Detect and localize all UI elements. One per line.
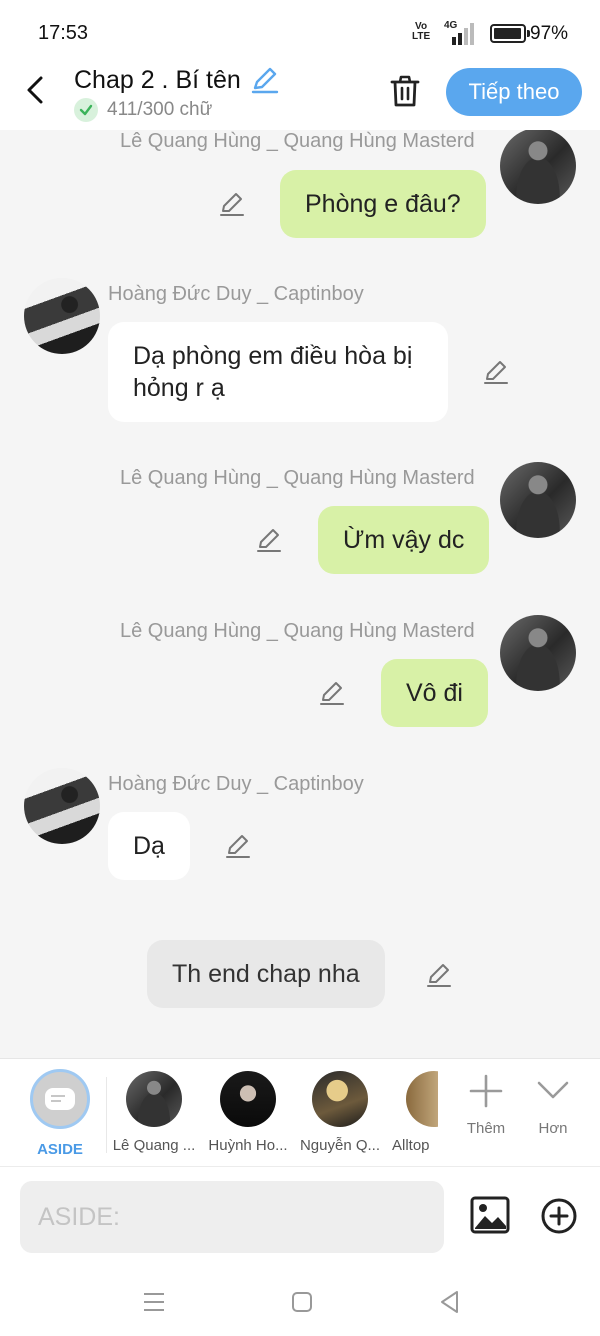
volte-icon: Vo LTE <box>412 21 431 42</box>
character-label: Nguyễn Q... <box>299 1137 381 1154</box>
message-sender: Lê Quang Hùng _ Quang Hùng Masterd <box>120 130 475 152</box>
status-time: 17:53 <box>38 22 89 44</box>
message-input[interactable] <box>20 1181 444 1253</box>
avatar[interactable] <box>500 462 576 538</box>
system-nav-bar <box>0 1268 600 1336</box>
battery-icon <box>490 24 530 43</box>
chapter-title: Chap 2 . Bí tên <box>74 66 241 94</box>
message-sender: Lê Quang Hùng _ Quang Hùng Masterd <box>120 467 475 489</box>
chat-area[interactable]: Lê Quang Hùng _ Quang Hùng Masterd Phòng… <box>0 130 600 1058</box>
pencil-icon[interactable] <box>224 832 252 860</box>
message-sender: Hoàng Đức Duy _ Captinboy <box>108 773 364 795</box>
home-icon[interactable] <box>288 1288 316 1316</box>
divider <box>106 1077 107 1153</box>
pencil-icon[interactable] <box>250 64 280 94</box>
character-item[interactable]: Lê Quang ... <box>112 1071 196 1154</box>
avatar <box>312 1071 368 1127</box>
character-item[interactable]: Huỳnh Ho... <box>206 1071 290 1154</box>
menu-icon[interactable] <box>140 1288 168 1316</box>
word-count-text: 411/300 chữ <box>107 99 213 120</box>
battery-percent: 97% <box>530 23 569 44</box>
avatar[interactable] <box>24 278 100 354</box>
back-arrow-icon[interactable] <box>18 72 54 108</box>
back-icon[interactable] <box>436 1288 464 1316</box>
plus-icon <box>469 1074 503 1108</box>
message-bubble[interactable]: Dạ <box>108 812 190 880</box>
check-icon <box>74 98 98 122</box>
more-characters-button[interactable]: Hơn <box>530 1073 576 1137</box>
pencil-icon[interactable] <box>482 358 510 386</box>
add-label: Thêm <box>466 1120 506 1137</box>
message-bubble[interactable]: Dạ phòng em điều hòa bị hỏng r ạ <box>108 322 448 422</box>
pencil-icon[interactable] <box>255 526 283 554</box>
avatar <box>406 1071 438 1127</box>
character-aside[interactable]: ASIDE <box>30 1069 90 1158</box>
avatar[interactable] <box>500 615 576 691</box>
message-bubble[interactable]: Phòng e đâu? <box>280 170 486 238</box>
trash-icon[interactable] <box>386 72 424 110</box>
avatar <box>220 1071 276 1127</box>
character-label: Alltop <box>392 1137 430 1154</box>
message-sender: Hoàng Đức Duy _ Captinboy <box>108 283 364 305</box>
character-label: Lê Quang ... <box>112 1137 196 1154</box>
pencil-icon[interactable] <box>425 961 453 989</box>
avatar <box>126 1071 182 1127</box>
input-bar <box>0 1166 600 1268</box>
add-circle-icon[interactable] <box>540 1197 578 1235</box>
editor-header: Chap 2 . Bí tên 411/300 chữ Tiếp theo <box>0 64 600 130</box>
more-label: Hơn <box>538 1120 568 1137</box>
signal-icon <box>452 23 480 45</box>
word-count: 411/300 chữ <box>74 98 212 122</box>
character-selector: ASIDE Lê Quang ... Huỳnh Ho... Nguyễn Q.… <box>0 1058 600 1166</box>
add-character-button[interactable]: Thêm <box>462 1073 510 1137</box>
image-icon[interactable] <box>470 1195 510 1235</box>
aside-bubble[interactable]: Th end chap nha <box>147 940 385 1008</box>
avatar[interactable] <box>500 130 576 204</box>
character-label: Huỳnh Ho... <box>208 1137 288 1154</box>
message-bubble[interactable]: Vô đi <box>381 659 488 727</box>
chevron-down-icon <box>537 1081 569 1099</box>
aside-icon <box>30 1069 90 1129</box>
message-sender: Lê Quang Hùng _ Quang Hùng Masterd <box>120 620 475 642</box>
avatar[interactable] <box>24 768 100 844</box>
status-bar: 17:53 Vo LTE 4G 97% <box>0 0 600 64</box>
message-bubble[interactable]: Ừm vậy dc <box>318 506 490 574</box>
character-item[interactable]: Nguyễn Q... <box>298 1071 382 1154</box>
character-label: ASIDE <box>37 1141 83 1158</box>
next-button[interactable]: Tiếp theo <box>446 68 582 116</box>
pencil-icon[interactable] <box>218 190 246 218</box>
character-item[interactable]: Alltop <box>392 1071 438 1154</box>
pencil-icon[interactable] <box>318 679 346 707</box>
